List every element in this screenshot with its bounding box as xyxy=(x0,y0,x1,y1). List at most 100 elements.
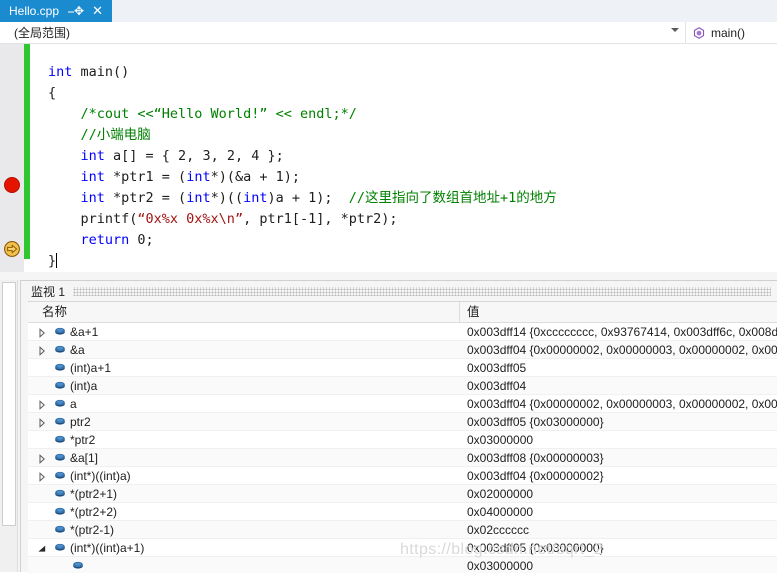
watch-vertical-scrollbar[interactable] xyxy=(0,280,18,572)
editor-text-surface[interactable]: int main() { /*cout <<“Hello World!” << e… xyxy=(44,44,777,272)
watch-expression-value[interactable]: 0x003dff05 {0x03000000} xyxy=(467,413,604,431)
watch-expression-value[interactable]: 0x003dff05 xyxy=(467,359,526,377)
watch-expression-name[interactable]: *(ptr2+2) xyxy=(70,503,117,521)
drag-grip[interactable] xyxy=(73,286,771,296)
watch-row[interactable]: (int)a+1 0x003dff05 xyxy=(28,359,777,377)
watch-item-icon xyxy=(55,543,65,551)
watch-expression-name[interactable]: &a[1] xyxy=(70,449,98,467)
watch-panel-header[interactable]: 监视 1 xyxy=(21,281,777,301)
collapse-chevron-icon[interactable] xyxy=(37,543,47,553)
code-token: *)(( xyxy=(210,189,244,206)
breakpoint-icon[interactable] xyxy=(4,177,20,193)
expand-chevron-icon[interactable] xyxy=(37,417,47,428)
watch-expression-name[interactable]: *(ptr2-1) xyxy=(70,521,114,539)
watch-row[interactable]: ptr2 0x003dff05 {0x03000000} xyxy=(28,413,777,431)
watch-expression-name[interactable]: (int)a xyxy=(70,377,97,395)
expand-chevron-icon[interactable] xyxy=(37,345,47,356)
expand-chevron-icon[interactable] xyxy=(37,453,47,464)
watch-row[interactable]: *(ptr2-1) 0x02cccccc xyxy=(28,521,777,539)
watch-expression-name[interactable]: *ptr2 xyxy=(70,431,95,449)
code-token: printf( xyxy=(48,210,138,227)
watch-expression-name[interactable]: &a xyxy=(70,341,85,359)
watch-item-icon xyxy=(55,453,65,461)
watch-expression-value[interactable]: 0x02cccccc xyxy=(467,521,529,539)
watch-grid[interactable]: 名称 值 &a+1 0x003dff14 {0xcccccccc, 0x93767… xyxy=(28,301,777,573)
chevron-down-icon[interactable] xyxy=(671,28,679,32)
code-editor[interactable]: int main() { /*cout <<“Hello World!” << e… xyxy=(0,44,777,272)
code-token: *ptr2 = ( xyxy=(104,189,187,206)
watch-item-icon xyxy=(55,507,65,515)
expand-chevron-icon[interactable] xyxy=(37,327,47,338)
scroll-down-button[interactable] xyxy=(2,544,16,557)
watch-expression-value[interactable]: 0x003dff08 {0x00000003} xyxy=(467,449,604,467)
current-statement-arrow-icon[interactable] xyxy=(4,241,20,257)
watch-row[interactable]: (int*)((int)a) 0x003dff04 {0x00000002} xyxy=(28,467,777,485)
visual-studio-window: Hello.cpp ⎯✥ ✕ (全局范围) main() int main() … xyxy=(0,0,777,573)
scrollbar-thumb[interactable] xyxy=(2,282,16,526)
code-token: main() xyxy=(72,63,130,80)
member-dropdown-label: main() xyxy=(711,25,746,40)
code-token: /*cout <<“Hello World!” << endl;*/ xyxy=(48,105,357,122)
watch-expression-value[interactable]: 0x03000000 xyxy=(467,557,533,573)
editor-indicator-margin[interactable] xyxy=(0,44,24,272)
column-header-value[interactable]: 值 xyxy=(460,302,777,322)
watch-row[interactable]: *ptr2 0x03000000 xyxy=(28,431,777,449)
scroll-up-button[interactable] xyxy=(2,528,16,541)
watch-rows[interactable]: &a+1 0x003dff14 {0xcccccccc, 0x93767414, … xyxy=(28,323,777,573)
expand-chevron-icon[interactable] xyxy=(37,471,47,482)
scope-dropdown[interactable]: (全局范围) xyxy=(0,22,686,43)
column-header-name[interactable]: 名称 xyxy=(28,302,460,322)
editor-tab-strip: Hello.cpp ⎯✥ ✕ xyxy=(0,0,777,23)
code-token: a[] = { 2, 3, 2, 4 }; xyxy=(104,147,284,164)
code-token: //这里指向了数组首地址+1的地方 xyxy=(348,189,557,206)
watch-expression-value[interactable]: 0x04000000 xyxy=(467,503,533,521)
code-line: } xyxy=(44,251,557,272)
editor-outlining-margin[interactable] xyxy=(30,44,72,272)
watch-expression-name[interactable]: &a+1 xyxy=(70,323,98,341)
watch-expression-name[interactable]: a xyxy=(70,395,77,413)
code-token: return xyxy=(80,231,130,248)
editor-tab-hello-cpp[interactable]: Hello.cpp ⎯✥ ✕ xyxy=(0,0,112,22)
watch-row[interactable]: &a+1 0x003dff14 {0xcccccccc, 0x93767414, … xyxy=(28,323,777,341)
watch-expression-name[interactable]: (int*)((int)a+1) xyxy=(70,539,144,557)
watch-expression-value[interactable]: 0x03000000 xyxy=(467,431,533,449)
watch-item-icon xyxy=(55,435,65,443)
watch-expression-value[interactable]: 0x003dff04 {0x00000002, 0x00000003, 0x00… xyxy=(467,341,777,359)
code-token: } xyxy=(48,252,57,269)
code-line: int *ptr1 = (int*)(&a + 1); xyxy=(44,167,557,188)
watch-row[interactable]: &a[1] 0x003dff08 {0x00000003} xyxy=(28,449,777,467)
code-token: int xyxy=(80,189,105,206)
watch-expression-value[interactable]: 0x02000000 xyxy=(467,485,533,503)
scope-dropdown-label: (全局范围) xyxy=(14,26,70,40)
expand-chevron-icon[interactable] xyxy=(37,399,47,410)
close-icon[interactable]: ✕ xyxy=(92,0,103,22)
watch-expression-name[interactable]: (int)a+1 xyxy=(70,359,111,377)
watch-row[interactable]: &a 0x003dff04 {0x00000002, 0x00000003, 0x… xyxy=(28,341,777,359)
code-token: “0x%x 0x%x\n” xyxy=(137,210,244,227)
watch-row[interactable]: 0x03000000 xyxy=(28,557,777,573)
watch-row[interactable]: a 0x003dff04 {0x00000002, 0x00000003, 0x0… xyxy=(28,395,777,413)
watch-row[interactable]: *(ptr2+1) 0x02000000 xyxy=(28,485,777,503)
watch-expression-name[interactable]: (int*)((int)a) xyxy=(70,467,131,485)
code-line: int a[] = { 2, 3, 2, 4 }; xyxy=(44,146,557,167)
watch-expression-name[interactable]: ptr2 xyxy=(70,413,91,431)
watch-expression-value[interactable]: 0x003dff14 {0xcccccccc, 0x93767414, 0x00… xyxy=(467,323,777,341)
watch-expression-value[interactable]: 0x003dff04 {0x00000002} xyxy=(467,467,604,485)
code-line: { xyxy=(44,83,557,104)
code-token: int xyxy=(80,168,105,185)
watch-item-icon xyxy=(55,363,65,371)
watch-row[interactable]: *(ptr2+2) 0x04000000 xyxy=(28,503,777,521)
watch-item-icon xyxy=(55,327,65,335)
watch-item-icon xyxy=(55,345,65,353)
watch-expression-value[interactable]: 0x003dff04 {0x00000002, 0x00000003, 0x00… xyxy=(467,395,777,413)
watch-item-icon xyxy=(55,471,65,479)
watch-row[interactable]: (int)a 0x003dff04 xyxy=(28,377,777,395)
watch-expression-value[interactable]: 0x003dff04 xyxy=(467,377,526,395)
pin-icon[interactable]: ⎯✥ xyxy=(68,0,84,22)
watch-item-icon xyxy=(55,489,65,497)
source-code[interactable]: int main() { /*cout <<“Hello World!” << e… xyxy=(44,62,557,272)
member-dropdown[interactable]: main() xyxy=(687,22,777,43)
watch-expression-name[interactable]: *(ptr2+1) xyxy=(70,485,117,503)
watch-item-icon xyxy=(55,417,65,425)
